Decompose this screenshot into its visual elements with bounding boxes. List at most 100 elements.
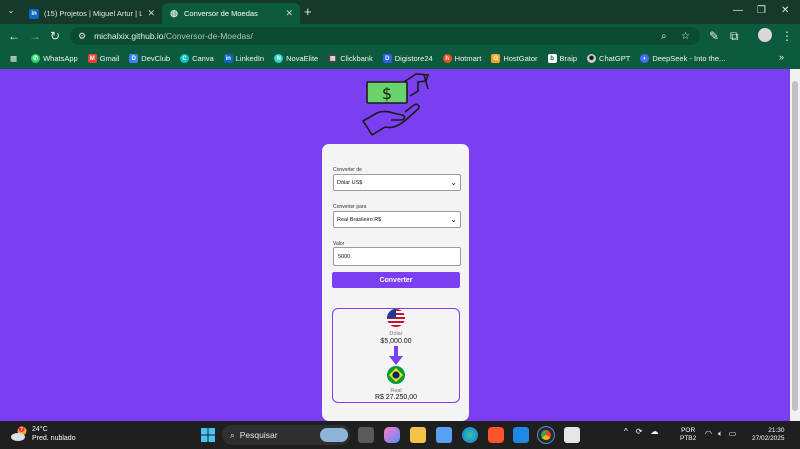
site-info-icon[interactable]: ⚙ [78, 31, 86, 42]
arrow-down-icon [389, 346, 403, 365]
sync-icon[interactable]: ⟳ [636, 427, 643, 436]
more-bookmarks-icon[interactable]: » [779, 52, 784, 62]
clock[interactable]: 21:30 27/02/2025 [752, 427, 785, 443]
bookmark-star-icon[interactable]: ☆ [681, 31, 690, 42]
extensions-icon[interactable]: ⧉ [730, 29, 739, 43]
gmail-icon: M [87, 54, 97, 63]
bookmark-deepseek[interactable]: ◐ DeepSeek - Into the... [640, 54, 725, 63]
digistore-icon: D [382, 54, 392, 63]
bookmark-hotmart[interactable]: h Hotmart [442, 54, 481, 63]
braip-icon: b [547, 54, 557, 63]
from-currency-label: Converter de [333, 167, 362, 173]
bookmark-label: DeepSeek - Into the... [652, 54, 726, 63]
open-hand-icon [362, 103, 420, 136]
to-currency-value: Real Brasileiro R$ [337, 216, 382, 223]
bookmark-clickbank[interactable]: ▤ Clickbank [328, 54, 373, 63]
bookmark-gmail[interactable]: M Gmail [87, 54, 120, 63]
bookmark-label: ChatGPT [599, 54, 631, 63]
bookmark-chatgpt[interactable]: ✺ ChatGPT [587, 54, 630, 63]
pen-icon[interactable]: ✎ [709, 29, 719, 43]
close-window-icon[interactable]: ✕ [781, 5, 789, 16]
whatsapp-icon: ✆ [31, 54, 41, 63]
novaelite-icon: N [274, 54, 284, 63]
reload-icon[interactable]: ↻ [50, 29, 60, 43]
globe-icon: ◍ [170, 8, 178, 18]
vscode-icon[interactable] [513, 427, 529, 443]
scrollbar[interactable] [790, 69, 800, 421]
bookmark-label: WhatsApp [43, 54, 78, 63]
bookmark-novaelite[interactable]: N NovaElite [274, 54, 318, 63]
language-indicator[interactable]: POR PTB2 [680, 427, 696, 443]
to-currency-label: Converter para [333, 204, 367, 210]
chevron-up-icon[interactable]: ^ [624, 427, 628, 436]
browser-tab-strip: ⌄ in (15) Projetos | Miguel Artur | Lin … [0, 0, 800, 24]
to-currency-select[interactable]: Real Brasileiro R$ ⌄ [333, 211, 461, 228]
converter-card: Converter de Dólar US$ ⌄ Converter para … [322, 144, 469, 421]
new-tab-button[interactable]: + [304, 4, 312, 19]
svg-text:$: $ [382, 84, 392, 103]
cloud-icon[interactable]: ☁ [650, 427, 658, 436]
zoom-icon[interactable]: ⌕ [661, 31, 667, 42]
address-bar[interactable]: ⚙ michalxix.github.io/Conversor-de-Moeda… [70, 27, 700, 45]
bookmark-linkedin[interactable]: in LinkedIn [223, 54, 264, 63]
clickbank-icon: ▤ [328, 54, 338, 63]
banknote-icon: $ [366, 73, 430, 104]
close-icon[interactable]: ✕ [147, 8, 155, 19]
taskbar-search[interactable]: ⌕ Pesquisar [222, 425, 350, 445]
bookmark-label: Canva [192, 54, 214, 63]
search-placeholder: Pesquisar [239, 430, 278, 440]
back-icon[interactable]: ← [8, 29, 20, 43]
from-currency-select[interactable]: Dólar US$ ⌄ [333, 174, 461, 191]
tab-title: (15) Projetos | Miguel Artur | Lin [44, 9, 143, 18]
time: 21:30 [768, 427, 785, 434]
chevron-down-icon: ⌄ [450, 178, 457, 187]
canva-icon: C [180, 54, 190, 63]
tab-title: Conversor de Moedas [184, 9, 258, 18]
convert-button[interactable]: Converter [332, 272, 460, 288]
task-view-icon[interactable] [358, 427, 374, 443]
language-code: POR [681, 427, 696, 434]
battery-icon: ▭ [728, 429, 737, 438]
copilot-icon[interactable] [384, 427, 400, 443]
close-icon[interactable]: ✕ [285, 8, 293, 19]
menu-icon[interactable]: ⋮ [781, 29, 793, 43]
date: 27/02/2025 [752, 435, 785, 442]
bookmark-whatsapp[interactable]: ✆ WhatsApp [31, 54, 78, 63]
bookmarks-bar: ▦ ✆ WhatsApp M Gmail D DevClub C Canva in Lin… [0, 48, 800, 69]
tab-conversor[interactable]: ◍ Conversor de Moedas ✕ [162, 3, 300, 24]
edge-icon[interactable] [462, 427, 478, 443]
bookmark-hostgator[interactable]: G HostGator [491, 54, 538, 63]
bookmark-devclub[interactable]: D DevClub [129, 54, 170, 63]
chevron-down-icon: ⌄ [450, 215, 457, 224]
restore-icon[interactable]: ❐ [757, 5, 766, 16]
windows-start-icon[interactable] [200, 427, 216, 443]
tab-linkedin[interactable]: in (15) Projetos | Miguel Artur | Lin ✕ [22, 3, 162, 24]
chrome-icon[interactable] [537, 426, 555, 444]
bookmark-label: Braip [559, 54, 578, 63]
profile-avatar[interactable] [758, 28, 772, 42]
weather-widget[interactable]: 7 24°C Pred. nublado [10, 425, 76, 443]
bookmark-label: Gmail [99, 54, 120, 63]
bookmark-digistore[interactable]: D Digistore24 [382, 54, 433, 63]
amount-input[interactable] [333, 247, 461, 266]
brazil-flag-icon [387, 366, 405, 384]
forward-icon[interactable]: → [29, 29, 41, 43]
brave-icon[interactable] [488, 427, 504, 443]
scrollbar-thumb[interactable] [792, 81, 798, 411]
quick-settings[interactable]: ◠ 🔈︎ ▭ [705, 429, 736, 439]
weather-temp: 24°C [32, 426, 48, 433]
from-amount: $5,000.00 [380, 338, 412, 345]
file-explorer-icon[interactable] [410, 427, 426, 443]
bookmark-braip[interactable]: b Braip [547, 54, 578, 63]
app-icon[interactable] [564, 427, 580, 443]
apps-grid-icon[interactable]: ▦ [10, 54, 17, 63]
bookmark-label: Digistore24 [394, 54, 433, 63]
minimize-icon[interactable]: — [733, 5, 743, 16]
linkedin-icon: in [29, 8, 39, 19]
wifi-icon: ◠ [705, 429, 712, 438]
tab-search-icon[interactable]: ⌄ [5, 6, 17, 18]
bookmark-label: HostGator [503, 54, 538, 63]
bookmark-canva[interactable]: C Canva [180, 54, 214, 63]
weather-badge: 7 [20, 427, 23, 433]
store-icon[interactable] [436, 427, 452, 443]
